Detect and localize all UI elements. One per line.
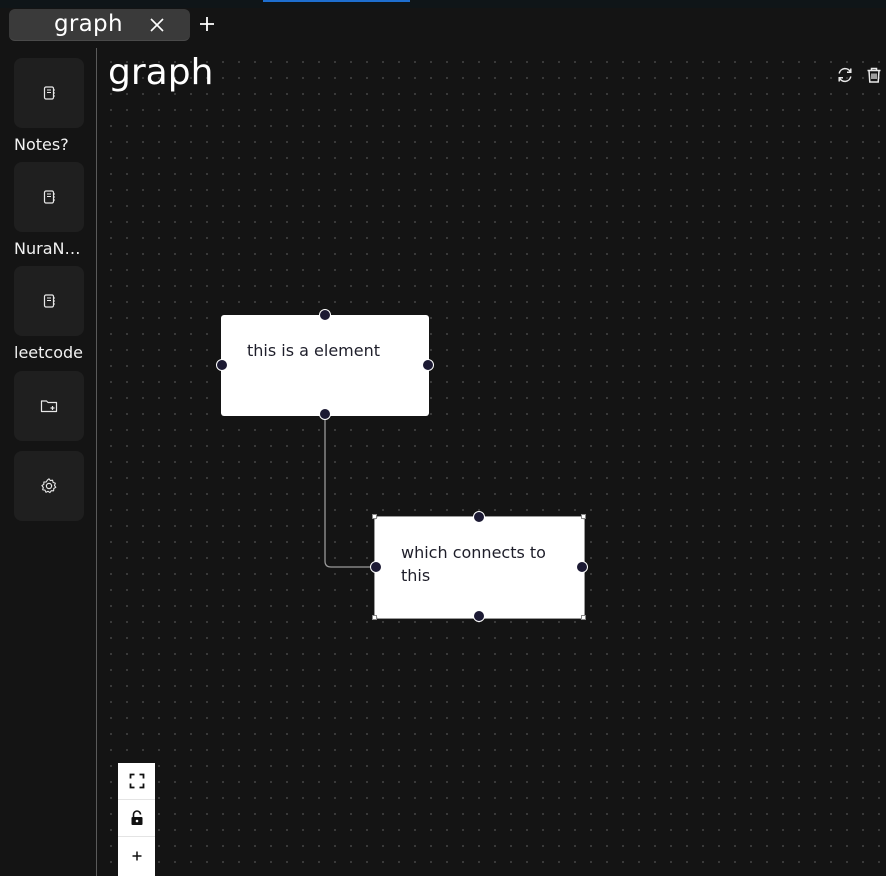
sidebar-item-leetcode-button[interactable] bbox=[14, 266, 84, 336]
graph-node[interactable]: which connects to this bbox=[370, 511, 588, 622]
plus-icon bbox=[132, 851, 141, 860]
sidebar-item-label: leetcode bbox=[14, 343, 83, 362]
node-handle-right[interactable] bbox=[422, 359, 434, 371]
sidebar: Notes? NuraNotes leetcode bbox=[0, 45, 96, 876]
unlock-icon bbox=[131, 810, 142, 825]
folder-plus-icon bbox=[40, 400, 58, 413]
fit-view-button[interactable] bbox=[118, 763, 155, 800]
resize-handle[interactable] bbox=[581, 514, 586, 519]
node-handle-bottom[interactable] bbox=[473, 610, 485, 622]
zoom-in-button[interactable] bbox=[118, 837, 155, 874]
notebook-icon bbox=[43, 86, 55, 100]
node-label: this is a element bbox=[247, 341, 381, 360]
notebook-icon bbox=[43, 294, 55, 308]
graph-canvas[interactable] bbox=[97, 48, 886, 876]
canvas-controls bbox=[118, 763, 155, 876]
sidebar-item-nuranotes-button[interactable] bbox=[14, 162, 84, 232]
tab-graph[interactable]: graph bbox=[9, 9, 190, 41]
tab-label: graph bbox=[54, 11, 123, 37]
sidebar-item-label: NuraNotes bbox=[14, 239, 84, 258]
notebook-icon bbox=[43, 190, 55, 204]
sidebar-item-notes-button[interactable] bbox=[14, 58, 84, 128]
node-handle-top[interactable] bbox=[473, 511, 485, 523]
refresh-icon[interactable] bbox=[836, 66, 854, 84]
node-handle-bottom[interactable] bbox=[319, 408, 331, 420]
fit-view-icon bbox=[129, 773, 144, 789]
lock-toggle-button[interactable] bbox=[118, 800, 155, 837]
new-folder-button[interactable] bbox=[14, 371, 84, 441]
close-icon[interactable] bbox=[149, 17, 165, 33]
node-label: which connects to this bbox=[401, 543, 546, 585]
trash-icon[interactable] bbox=[865, 66, 883, 84]
gear-icon bbox=[41, 478, 57, 494]
resize-handle[interactable] bbox=[372, 615, 377, 620]
sidebar-item-label: Notes? bbox=[14, 135, 69, 154]
plus-icon[interactable] bbox=[199, 16, 215, 32]
settings-button[interactable] bbox=[14, 451, 84, 521]
node-handle-right[interactable] bbox=[576, 561, 588, 573]
active-indicator bbox=[263, 0, 410, 2]
resize-handle[interactable] bbox=[372, 514, 377, 519]
node-handle-left[interactable] bbox=[370, 561, 382, 573]
resize-handle[interactable] bbox=[581, 615, 586, 620]
node-handle-left[interactable] bbox=[216, 359, 228, 371]
node-handle-top[interactable] bbox=[319, 309, 331, 321]
window-top-bar bbox=[0, 0, 886, 8]
page-title: graph bbox=[108, 52, 214, 93]
graph-node[interactable]: this is a element bbox=[216, 309, 434, 420]
